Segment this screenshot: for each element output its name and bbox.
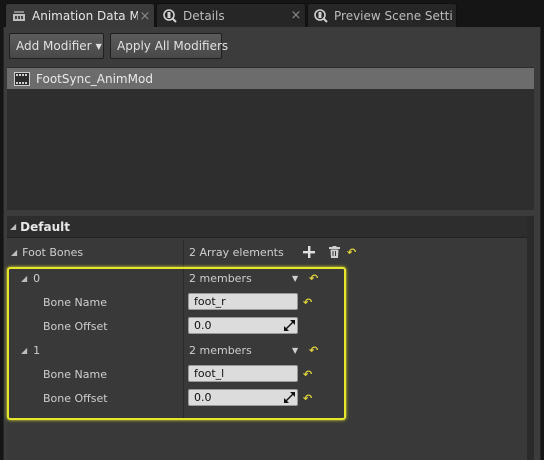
foot-bones-row: ◢ Foot Bones 2 Array elements ↶ <box>7 240 527 264</box>
category-label: Default <box>20 219 70 234</box>
foot-bones-label: Foot Bones <box>22 245 84 259</box>
reset-to-default-icon[interactable]: ↶ <box>347 240 356 264</box>
details-scrollbar[interactable] <box>527 216 534 460</box>
array-count-text: 2 Array elements <box>189 245 284 259</box>
dropdown-arrow-icon: ▼ <box>95 41 102 51</box>
add-modifier-label: Add Modifier <box>16 39 92 53</box>
close-icon[interactable]: × <box>289 8 303 23</box>
tab-label: Preview Scene Setti <box>334 8 453 23</box>
expand-triangle-icon: ◢ <box>11 247 18 257</box>
tab-label: Details <box>183 8 225 23</box>
tab-preview-scene[interactable]: Preview Scene Setti <box>307 3 457 27</box>
category-header-default[interactable]: ◢ Default <box>7 216 527 238</box>
apply-all-modifiers-button[interactable]: Apply All Modifiers <box>110 33 228 59</box>
details-search-icon <box>162 8 178 24</box>
close-icon[interactable]: × <box>138 9 152 24</box>
add-element-icon[interactable] <box>303 240 315 264</box>
modifier-item-label: FootSync_AnimMod <box>36 71 153 86</box>
tab-details[interactable]: Details × <box>156 3 306 27</box>
add-modifier-button[interactable]: Add Modifier ▼ <box>9 33 104 59</box>
preview-scene-search-icon <box>313 8 329 24</box>
tab-label: Animation Data Mc <box>32 9 138 23</box>
animation-data-icon <box>11 8 27 24</box>
tab-animation-data[interactable]: Animation Data Mc × <box>5 3 155 28</box>
collapse-triangle-icon: ◢ <box>10 222 17 231</box>
selection-highlight <box>7 267 346 420</box>
foot-bones-label-group[interactable]: ◢ Foot Bones <box>11 240 83 264</box>
trash-icon[interactable] <box>329 240 340 264</box>
anim-modifier-icon <box>14 71 30 86</box>
modifier-list-item[interactable]: FootSync_AnimMod <box>7 68 534 89</box>
apply-all-label: Apply All Modifiers <box>117 39 229 53</box>
